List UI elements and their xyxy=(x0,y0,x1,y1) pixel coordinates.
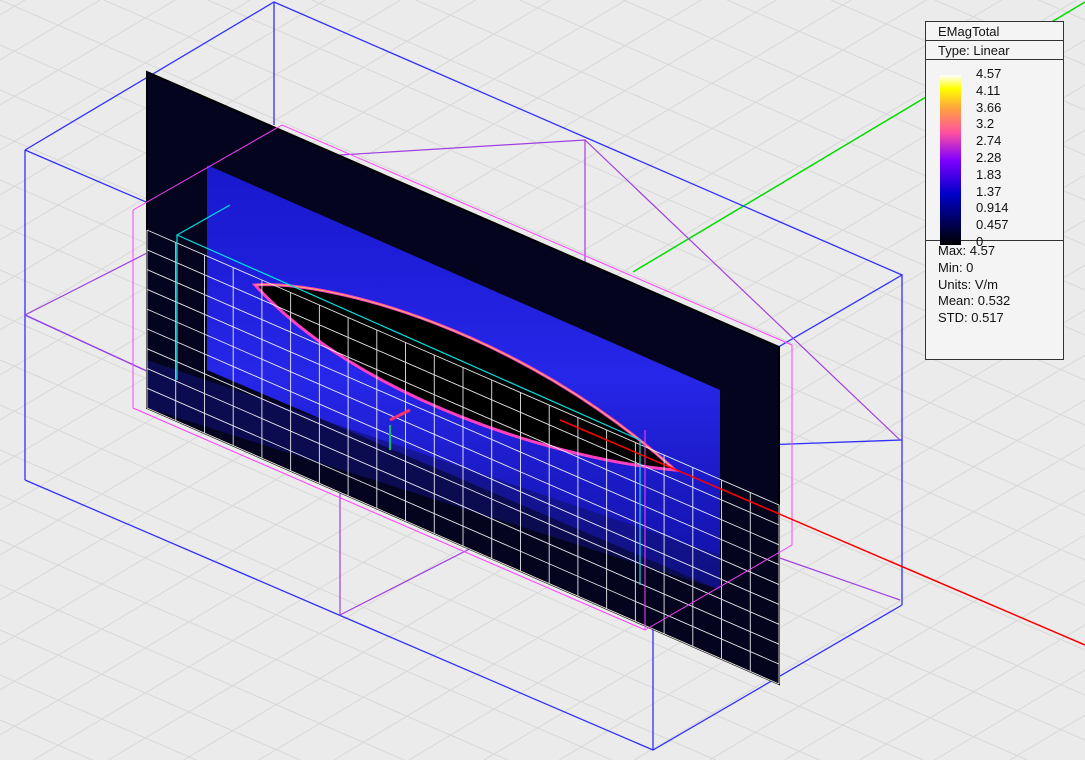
legend-title: EMagTotal xyxy=(926,22,1063,41)
legend-tick: 1.37 xyxy=(976,183,1002,199)
grid-line xyxy=(1009,714,1085,760)
legend-type: Type: Linear xyxy=(926,41,1063,60)
grid-line xyxy=(859,624,1085,760)
legend-tick: 2.74 xyxy=(976,133,1002,149)
legend-tick: 2.28 xyxy=(976,149,1002,165)
grid-line xyxy=(0,0,26,16)
legend-mean: Mean: 0.532 xyxy=(938,293,1011,309)
legend-units: Units: V/m xyxy=(938,276,998,292)
legend-tick: 3.66 xyxy=(976,99,1002,115)
grid-line xyxy=(784,579,1085,760)
legend-tick: 3.2 xyxy=(976,116,995,132)
grid-line xyxy=(934,669,1085,760)
legend-std: STD: 0.517 xyxy=(938,310,1004,326)
grid-line xyxy=(0,584,405,760)
field-legend[interactable]: EMagTotal Type: Linear 4.57 4.11 3.66 3.… xyxy=(925,21,1064,360)
grid-line xyxy=(0,719,93,760)
legend-tick: 4.57 xyxy=(976,66,1002,81)
legend-colorbar xyxy=(940,75,961,245)
legend-tick: 0.457 xyxy=(976,217,1009,233)
legend-min: Min: 0 xyxy=(938,259,974,275)
legend-tick: 1.83 xyxy=(976,166,1002,182)
grid-line xyxy=(0,539,509,760)
legend-scale: 4.57 4.11 3.66 3.2 2.74 2.28 1.83 1.37 0… xyxy=(926,60,1063,249)
legend-tick: 0.914 xyxy=(976,200,1009,216)
grid-line xyxy=(1038,0,1085,21)
legend-tick: 4.11 xyxy=(976,82,1001,98)
legend-tick: 0 xyxy=(976,233,984,249)
3d-viewport[interactable] xyxy=(0,0,1085,760)
